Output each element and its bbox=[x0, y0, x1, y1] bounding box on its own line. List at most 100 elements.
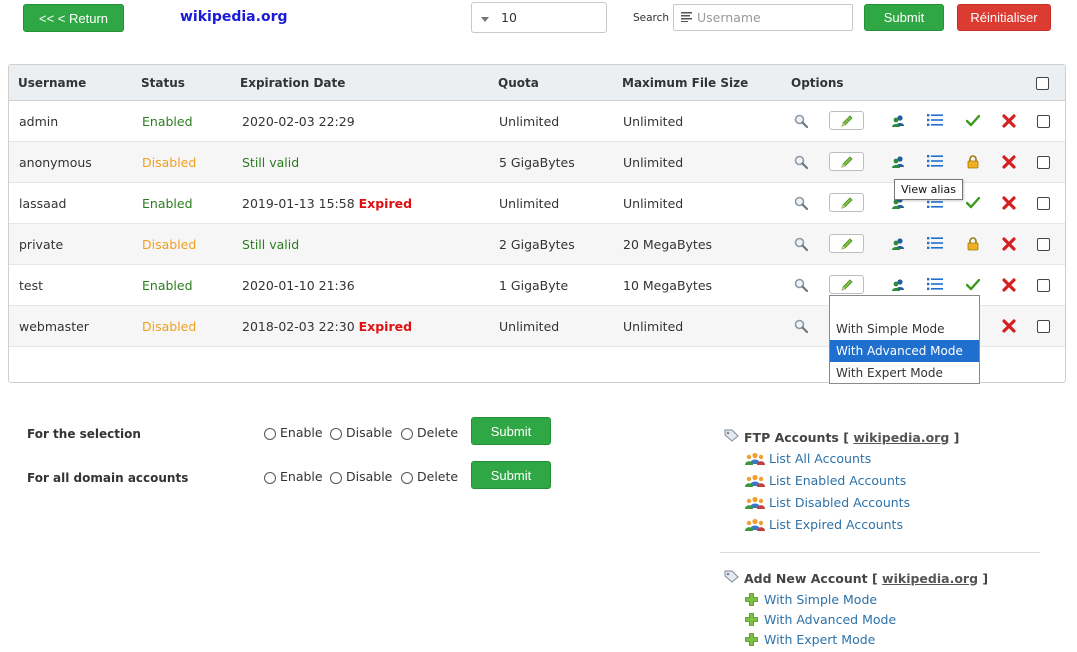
add-link-0[interactable]: With Simple Mode bbox=[745, 592, 877, 607]
add-title: Add New Account [ bbox=[744, 570, 878, 586]
username-search-input[interactable]: Username bbox=[673, 4, 853, 31]
header-options: Options bbox=[791, 76, 844, 90]
users-group-icon bbox=[745, 452, 765, 465]
add-link-label: With Simple Mode bbox=[764, 592, 878, 607]
search-submit-button[interactable]: Submit bbox=[864, 4, 944, 31]
check-icon[interactable] bbox=[965, 196, 981, 212]
edit-button[interactable] bbox=[829, 234, 864, 253]
view-alias-tooltip: View alias bbox=[894, 179, 963, 200]
delete-icon[interactable] bbox=[1002, 278, 1016, 295]
expired-badge: Expired bbox=[358, 319, 413, 334]
selection-delete-radio[interactable]: Delete bbox=[401, 425, 458, 440]
radio-label: Enable bbox=[280, 425, 323, 440]
ftp-link-0[interactable]: List All Accounts bbox=[745, 451, 871, 466]
domain-logo: wikipedia.org bbox=[180, 9, 288, 25]
expiration-text: 2020-01-10 21:36 bbox=[242, 278, 355, 293]
radio-circle[interactable] bbox=[264, 428, 276, 440]
radio-circle[interactable] bbox=[401, 472, 413, 484]
list-icon[interactable] bbox=[927, 277, 943, 294]
row-checkbox[interactable] bbox=[1037, 197, 1050, 210]
add-close-bracket: ] bbox=[982, 570, 989, 586]
max-file-size-cell: 10 MegaBytes bbox=[623, 278, 713, 293]
delete-icon[interactable] bbox=[1002, 319, 1016, 336]
ftp-link-label: List All Accounts bbox=[769, 451, 872, 466]
max-file-size-cell: Unlimited bbox=[623, 319, 684, 334]
delete-icon[interactable] bbox=[1002, 155, 1016, 172]
row-checkbox[interactable] bbox=[1037, 238, 1050, 251]
plus-icon bbox=[745, 593, 758, 606]
ftp-link-label: List Enabled Accounts bbox=[769, 473, 907, 488]
radio-circle[interactable] bbox=[330, 472, 342, 484]
expired-badge: Expired bbox=[358, 196, 413, 211]
add-link-2[interactable]: With Expert Mode bbox=[745, 632, 875, 647]
ftp-link-3[interactable]: List Expired Accounts bbox=[745, 517, 903, 532]
username-cell: anonymous bbox=[19, 155, 92, 170]
magnifier-icon[interactable] bbox=[794, 196, 809, 213]
radio-label: Disable bbox=[346, 425, 393, 440]
delete-icon[interactable] bbox=[1002, 196, 1016, 213]
add-link-1[interactable]: With Advanced Mode bbox=[745, 612, 896, 627]
users-group-icon bbox=[745, 474, 765, 487]
return-button[interactable]: << < Return bbox=[23, 4, 124, 32]
view-alias-icon[interactable] bbox=[891, 237, 905, 254]
dropdown-simple-mode[interactable]: With Simple Mode bbox=[830, 318, 979, 340]
all-delete-radio[interactable]: Delete bbox=[401, 469, 458, 484]
ftp-link-2[interactable]: List Disabled Accounts bbox=[745, 495, 910, 510]
expiration-text: 2020-02-03 22:29 bbox=[242, 114, 355, 129]
max-file-size-cell: 20 MegaBytes bbox=[623, 237, 713, 252]
radio-circle[interactable] bbox=[401, 428, 413, 440]
sidebar-divider bbox=[720, 552, 1040, 553]
view-alias-icon[interactable] bbox=[891, 114, 905, 131]
magnifier-icon[interactable] bbox=[794, 237, 809, 254]
expiration-cell: Still valid bbox=[242, 155, 299, 170]
list-icon[interactable] bbox=[927, 113, 943, 130]
select-all-checkbox[interactable] bbox=[1036, 77, 1049, 90]
view-alias-icon[interactable] bbox=[891, 278, 905, 295]
text-lines-icon bbox=[681, 10, 693, 25]
row-checkbox[interactable] bbox=[1037, 115, 1050, 128]
lock-icon[interactable] bbox=[967, 237, 979, 254]
header-max-file-size[interactable]: Maximum File Size bbox=[622, 76, 748, 90]
all-disable-radio[interactable]: Disable bbox=[330, 469, 392, 484]
edit-button[interactable] bbox=[829, 152, 864, 171]
delete-icon[interactable] bbox=[1002, 237, 1016, 254]
magnifier-icon[interactable] bbox=[794, 319, 809, 336]
delete-icon[interactable] bbox=[1002, 114, 1016, 131]
radio-circle[interactable] bbox=[330, 428, 342, 440]
magnifier-icon[interactable] bbox=[794, 114, 809, 131]
header-expiration[interactable]: Expiration Date bbox=[240, 76, 345, 90]
row-checkbox[interactable] bbox=[1037, 279, 1050, 292]
selection-enable-radio[interactable]: Enable bbox=[264, 425, 323, 440]
selection-label: For the selection bbox=[27, 427, 141, 441]
page-size-select[interactable]: 10 bbox=[471, 2, 607, 33]
header-status[interactable]: Status bbox=[141, 76, 185, 90]
lock-icon[interactable] bbox=[967, 155, 979, 172]
magnifier-icon[interactable] bbox=[794, 278, 809, 295]
check-icon[interactable] bbox=[965, 278, 981, 294]
edit-button[interactable] bbox=[829, 111, 864, 130]
header-username[interactable]: Username bbox=[18, 76, 86, 90]
list-icon[interactable] bbox=[927, 154, 943, 171]
radio-circle[interactable] bbox=[264, 472, 276, 484]
edit-button[interactable] bbox=[829, 193, 864, 212]
all-enable-radio[interactable]: Enable bbox=[264, 469, 323, 484]
row-checkbox[interactable] bbox=[1037, 320, 1050, 333]
reset-button[interactable]: Réinitialiser bbox=[957, 4, 1051, 31]
dropdown-expert-mode[interactable]: With Expert Mode bbox=[830, 362, 979, 384]
dropdown-advanced-mode[interactable]: With Advanced Mode bbox=[830, 340, 979, 362]
magnifier-icon[interactable] bbox=[794, 155, 809, 172]
header-quota[interactable]: Quota bbox=[498, 76, 539, 90]
edit-button[interactable] bbox=[829, 275, 864, 294]
tag-icon bbox=[724, 570, 739, 586]
list-icon[interactable] bbox=[927, 236, 943, 253]
selection-submit-button[interactable]: Submit bbox=[471, 417, 551, 445]
radio-label: Delete bbox=[417, 425, 459, 440]
check-icon[interactable] bbox=[965, 114, 981, 130]
selection-disable-radio[interactable]: Disable bbox=[330, 425, 392, 440]
pencil-icon bbox=[840, 114, 854, 128]
ftp-link-1[interactable]: List Enabled Accounts bbox=[745, 473, 906, 488]
row-checkbox[interactable] bbox=[1037, 156, 1050, 169]
add-account-heading: Add New Account [ wikipedia.org ] bbox=[724, 570, 988, 586]
all-submit-button[interactable]: Submit bbox=[471, 461, 551, 489]
view-alias-icon[interactable] bbox=[891, 155, 905, 172]
